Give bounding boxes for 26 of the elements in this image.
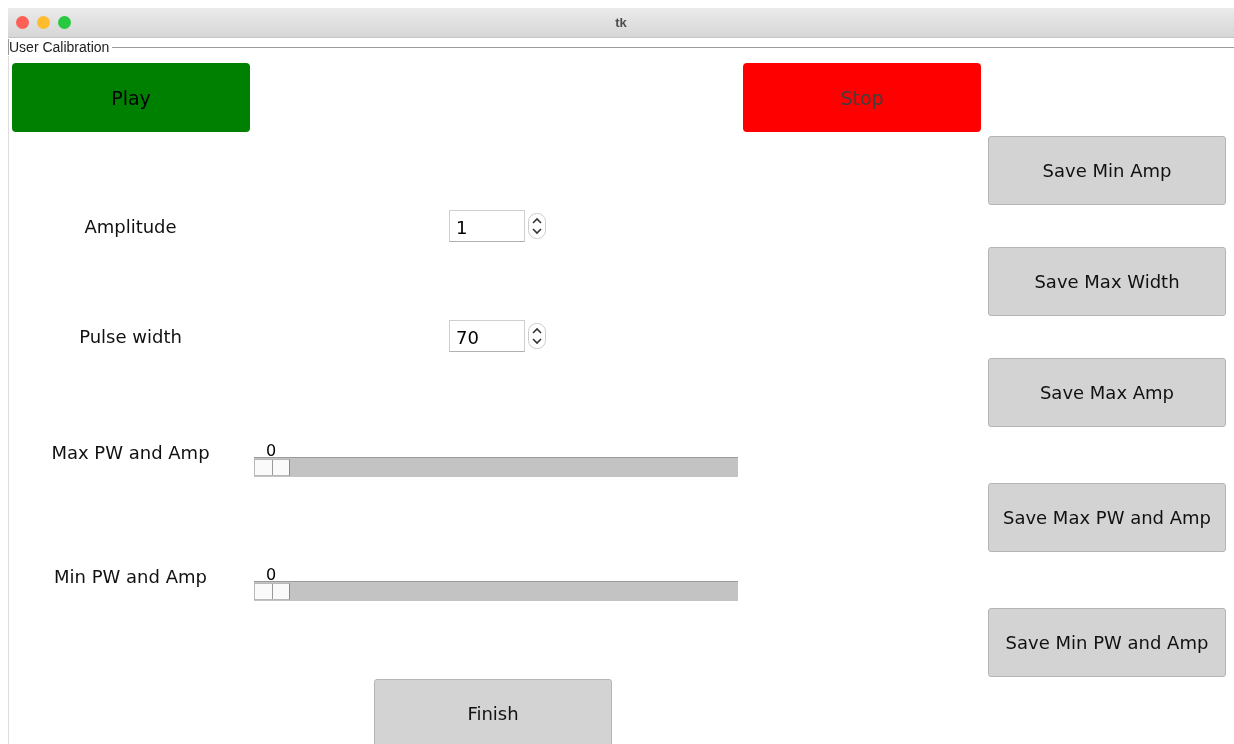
slider-thumb[interactable] — [254, 583, 290, 600]
slider-value: 0 — [266, 568, 277, 581]
spin-arrows-icon[interactable] — [528, 213, 546, 239]
save-button[interactable]: Save Max PW and Amp — [988, 483, 1226, 552]
save-button[interactable]: Save Min Amp — [988, 136, 1226, 205]
window-title: tk — [615, 15, 627, 30]
spin-arrows-icon[interactable] — [528, 323, 546, 349]
save-button[interactable]: Save Min PW and Amp — [988, 608, 1226, 677]
group-label: User Calibration — [8, 39, 113, 55]
field-label: Amplitude — [83, 215, 178, 237]
field-label: Pulse width — [78, 325, 183, 347]
slider-label: Max PW and Amp — [50, 444, 211, 465]
zoom-icon[interactable] — [58, 16, 71, 29]
close-icon[interactable] — [16, 16, 29, 29]
minimize-icon[interactable] — [37, 16, 50, 29]
save-button[interactable]: Save Max Width — [988, 247, 1226, 316]
play-button[interactable]: Play — [12, 63, 250, 132]
spinbox-field[interactable]: 1 — [449, 210, 525, 242]
slider-track[interactable] — [254, 581, 738, 601]
finish-button[interactable]: Finish — [374, 679, 612, 744]
slider-value: 0 — [266, 444, 277, 457]
save-button[interactable]: Save Max Amp — [988, 358, 1226, 427]
slider-thumb[interactable] — [254, 459, 290, 476]
spinbox-field[interactable]: 70 — [449, 320, 525, 352]
slider-label: Min PW and Amp — [53, 568, 208, 589]
slider-track[interactable] — [254, 457, 738, 477]
